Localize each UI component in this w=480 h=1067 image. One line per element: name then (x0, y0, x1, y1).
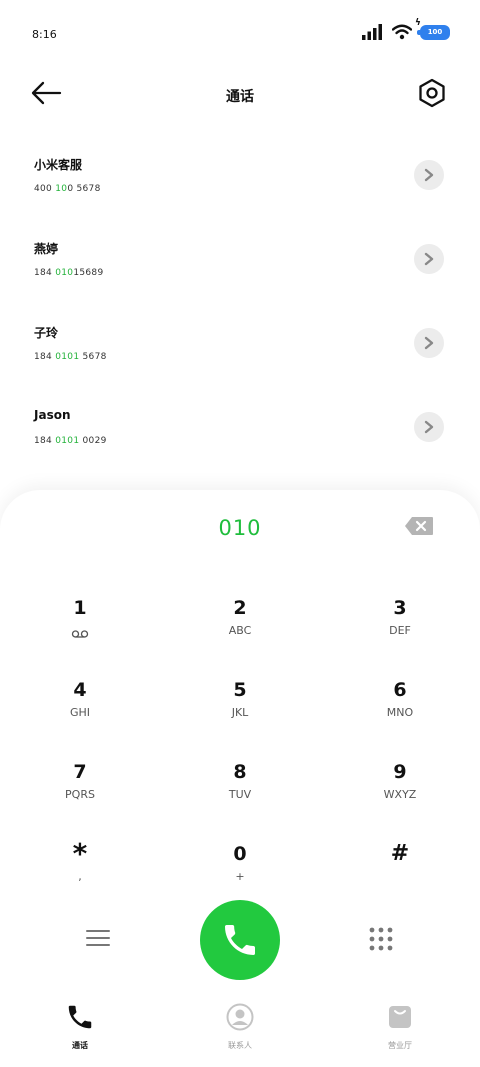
settings-button[interactable] (418, 78, 448, 110)
contact-detail-button[interactable] (414, 160, 444, 190)
contact-detail-button[interactable] (414, 412, 444, 442)
key-letters: GHI (69, 706, 91, 719)
call-button[interactable] (200, 900, 280, 980)
charging-icon: ϟ (415, 17, 421, 28)
key-digit: 8 (233, 761, 247, 783)
keypad-row: 1 2 ABC 3 DEF (0, 586, 480, 668)
key-digit: 1 (73, 597, 87, 619)
key-1[interactable]: 1 (0, 586, 160, 668)
contact-name: 小米客服 (34, 158, 83, 172)
key-digit: 0 (233, 843, 247, 865)
key-letters: PQRS (65, 788, 95, 801)
key-letters: TUV (228, 788, 252, 801)
keypad-toggle-button[interactable] (368, 926, 394, 952)
bottom-tab-bar: 通话 联系人 营业厅 (0, 1000, 480, 1060)
key-letters: ABC (228, 624, 252, 637)
tab-calls[interactable]: 通话 (0, 1000, 160, 1060)
keypad-row: 7 PQRS 8 TUV 9 WXYZ (0, 750, 480, 832)
tab-label: 通话 (72, 1041, 88, 1050)
status-time: 8:16 (32, 28, 57, 41)
signal-icon (362, 24, 382, 40)
keypad-row: 4 GHI 5 JKL 6 MNO (0, 668, 480, 750)
contact-number: 184 01015689 (34, 268, 104, 278)
key-letters: + (235, 870, 245, 883)
key-digit: 6 (393, 679, 407, 701)
key-digit: 9 (393, 761, 407, 783)
key-letters: MNO (386, 706, 414, 719)
dialer-panel: 010 1 2 ABC 3 DEF 4 GHI 5 JKL 6 MNO 7 PQ… (0, 490, 480, 1067)
key-digit: # (390, 841, 410, 866)
contact-detail-button[interactable] (414, 328, 444, 358)
dialer-controls (0, 898, 480, 982)
backspace-icon (405, 517, 433, 535)
phone-icon (225, 925, 255, 955)
key-9[interactable]: 9 WXYZ (320, 750, 480, 832)
tab-contacts[interactable]: 联系人 (160, 1000, 320, 1060)
dialpad-icon (369, 927, 393, 951)
store-bag-icon (389, 1006, 411, 1028)
tab-label: 营业厅 (388, 1041, 412, 1050)
key-4[interactable]: 4 GHI (0, 668, 160, 750)
recent-call-list: 小米客服 400 100 5678 燕婷 184 01015689 子玲 184… (0, 134, 480, 470)
key-letters: DEF (389, 624, 411, 637)
contact-number: 184 0101 5678 (34, 352, 107, 362)
header: 通话 (0, 70, 480, 120)
key-digit: 5 (233, 679, 247, 701)
call-item[interactable]: 小米客服 400 100 5678 (0, 134, 480, 218)
key-letters: JKL (231, 706, 249, 719)
contact-number: 400 100 5678 (34, 184, 101, 194)
key-8[interactable]: 8 TUV (160, 750, 320, 832)
chevron-right-icon (424, 168, 434, 182)
key-digit: 7 (73, 761, 87, 783)
status-icons: ϟ 100 (362, 18, 450, 40)
page-title: 通话 (226, 89, 254, 105)
battery-level: 100 (427, 28, 443, 36)
key-6[interactable]: 6 MNO (320, 668, 480, 750)
key-digit: 3 (393, 597, 407, 619)
key-letters: , (78, 870, 82, 883)
contact-name: 子玲 (34, 326, 59, 340)
chevron-right-icon (424, 420, 434, 434)
contact-detail-button[interactable] (414, 244, 444, 274)
phone-icon (68, 1005, 92, 1029)
tab-store[interactable]: 营业厅 (320, 1000, 480, 1060)
hexagon-settings-icon (419, 78, 445, 108)
call-item[interactable]: 燕婷 184 01015689 (0, 218, 480, 302)
contact-number: 184 0101 0029 (34, 436, 107, 446)
chevron-right-icon (424, 252, 434, 266)
menu-icon (86, 930, 110, 946)
battery-indicator: ϟ 100 (415, 18, 450, 40)
voicemail-icon (71, 624, 89, 638)
keypad: 1 2 ABC 3 DEF 4 GHI 5 JKL 6 MNO 7 PQRS 8… (0, 586, 480, 914)
key-5[interactable]: 5 JKL (160, 668, 320, 750)
contact-name: 燕婷 (34, 242, 59, 256)
contact-icon (226, 1003, 254, 1031)
call-item[interactable]: 子玲 184 0101 5678 (0, 302, 480, 386)
call-item[interactable]: Jason 184 0101 0029 (0, 386, 480, 470)
backspace-button[interactable] (404, 516, 434, 538)
chevron-right-icon (424, 336, 434, 350)
key-3[interactable]: 3 DEF (320, 586, 480, 668)
key-digit: 2 (233, 597, 247, 619)
menu-button[interactable] (86, 928, 112, 950)
key-letters: WXYZ (383, 788, 417, 801)
wifi-icon (392, 24, 412, 40)
contact-name: Jason (34, 408, 71, 422)
key-7[interactable]: 7 PQRS (0, 750, 160, 832)
tab-label: 联系人 (228, 1041, 252, 1050)
key-digit: * (72, 837, 88, 870)
key-2[interactable]: 2 ABC (160, 586, 320, 668)
key-letters (320, 870, 480, 884)
status-bar: 8:16 ϟ 100 (0, 0, 480, 60)
key-digit: 4 (73, 679, 87, 701)
